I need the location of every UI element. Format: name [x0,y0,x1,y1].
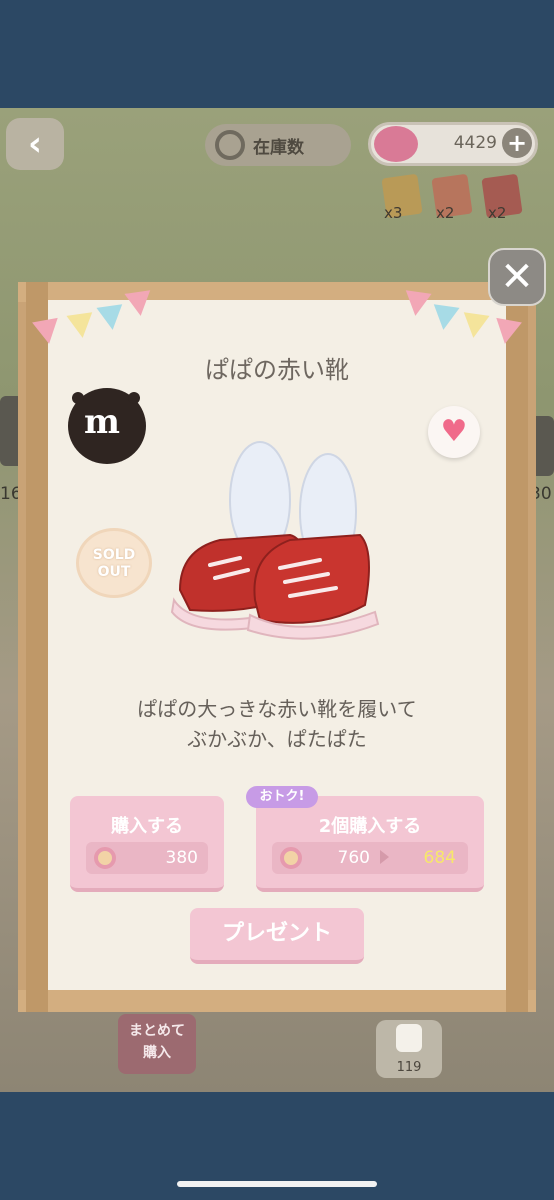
sold-out-text: OUT [97,564,131,580]
item-title: ぱぱの赤い靴 [205,356,349,384]
sold-out-stamp: SOLD OUT [76,528,152,598]
bulk-buy-button[interactable]: まとめて 購入 [118,1014,196,1074]
close-icon: ✕ [500,254,534,300]
buy-two-original-price: 760 [337,848,370,868]
ticket-count: x2 [488,204,507,222]
add-donuts-button[interactable]: + [502,128,532,158]
donut-icon [374,126,418,162]
description-line: ぱぱの大っきな赤い靴を履いて [137,697,417,721]
sold-out-text: SOLD [92,547,136,563]
item-description: ぱぱの大っきな赤い靴を履いて ぶかぶか、ぱたぱた [48,694,506,754]
buy-one-label: 購入する [111,816,183,837]
bunting-flag [492,317,522,347]
frame-top-beam [18,282,536,302]
stock-label: 在庫数 [253,137,304,158]
ticket-count: x2 [436,204,455,222]
bunting-flag [460,312,490,340]
status-bar [0,0,554,108]
like-count: 119 [396,1060,422,1075]
donut-icon [94,847,116,869]
heart-icon: ♥ [440,414,468,449]
refresh-icon [215,130,245,160]
frame-right-post [506,282,528,1012]
close-button[interactable]: ✕ [488,248,546,306]
stock-button[interactable]: 在庫数 [205,124,351,166]
bunting-flag [66,312,96,340]
present-button[interactable]: プレゼント [190,908,364,964]
donut-count: 4429 [453,133,497,153]
chevron-left-icon: ‹ [27,124,42,164]
brand-logo-ear [72,392,84,404]
deal-badge: おトク! [246,786,318,808]
frame-bottom-beam [18,990,536,1012]
bunting-flag [402,290,432,318]
frame-left-post [26,282,48,1012]
bunting-flag [124,290,154,318]
home-indicator[interactable] [177,1181,377,1187]
bulk-buy-label: まとめて [129,1023,185,1039]
thumbs-up-icon [396,1024,422,1052]
red-shoes-image [170,441,380,640]
brand-logo-mark: m [84,402,120,442]
description-line: ぶかぶか、ぱたぱた [187,727,367,751]
bunting-flag [430,304,460,332]
arrow-right-icon [380,850,389,864]
buy-one-price: 380 [165,848,198,868]
bunting-flag [96,304,126,332]
buy-two-label: 2個購入する [318,816,422,837]
bulk-buy-label: 購入 [143,1045,171,1061]
donut-icon [280,847,302,869]
favorite-button[interactable]: ♥ [428,406,480,458]
back-button[interactable]: ‹ [6,118,64,170]
bunting-flag [32,317,62,347]
buy-two-discount-price: 684 [423,848,456,868]
ticket-count: x3 [384,204,403,222]
